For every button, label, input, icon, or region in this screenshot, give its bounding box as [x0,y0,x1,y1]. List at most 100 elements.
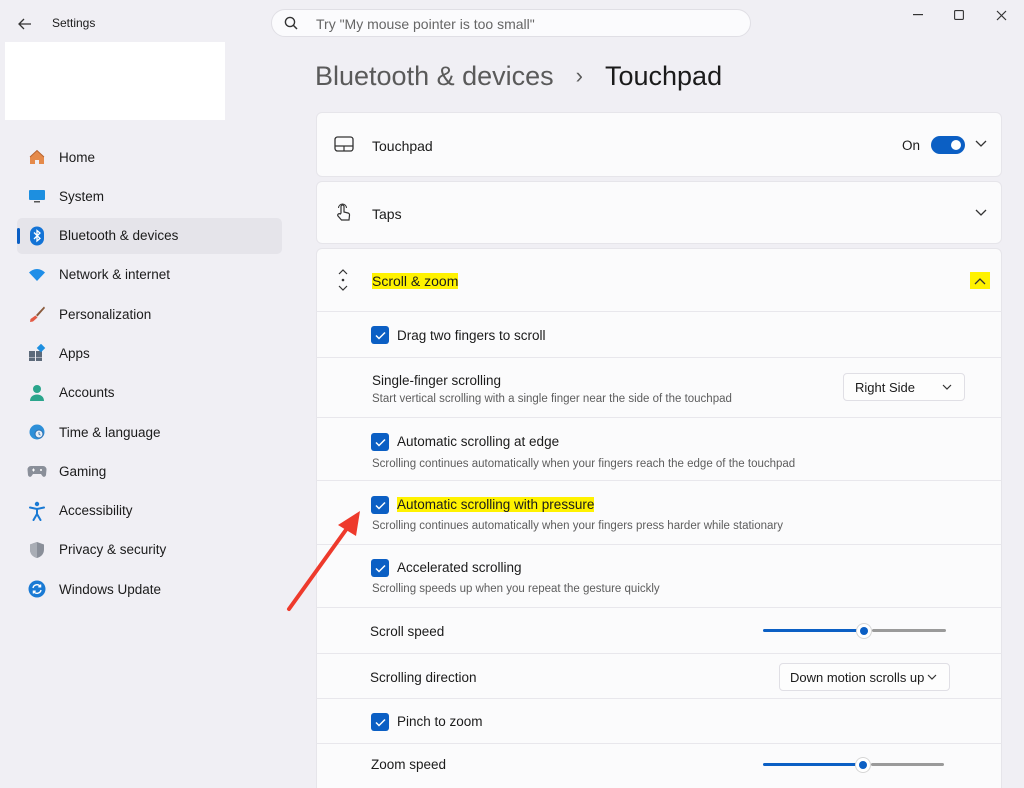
sidebar-item-bluetooth-devices[interactable]: Bluetooth & devices [17,217,282,254]
auto-edge-row[interactable]: Automatic scrolling at edge Scrolling co… [316,417,1002,481]
scroll-speed-label: Scroll speed [370,624,445,639]
auto-pressure-description: Scrolling continues automatically when y… [372,520,784,532]
back-button[interactable] [10,12,40,36]
slider-thumb[interactable] [857,624,871,638]
minimize-button[interactable] [898,4,938,26]
zoom-speed-label: Zoom speed [371,757,447,772]
single-finger-value: Right Side [855,379,915,395]
sidebar-item-label: Privacy & security [59,542,167,558]
sidebar-item-label: Time & language [59,424,161,440]
scroll-zoom-header[interactable]: Scroll & zoom [316,248,1002,312]
accelerated-row[interactable]: Accelerated scrolling Scrolling speeds u… [316,544,1002,608]
scroll-speed-slider[interactable] [763,624,946,638]
touchpad-label: Touchpad [372,138,433,154]
home-icon [27,147,47,167]
accelerated-checkbox[interactable] [371,559,389,577]
breadcrumb-separator: › [575,63,583,88]
search-box[interactable] [271,9,751,37]
bluetooth-icon [27,226,47,246]
single-finger-dropdown[interactable]: Right Side [843,373,965,401]
sidebar-item-privacy-security[interactable]: Privacy & security [17,532,282,568]
checkmark-icon [374,331,386,340]
close-button[interactable] [981,4,1021,26]
single-finger-row: Single-finger scrolling Start vertical s… [316,357,1002,418]
chevron-down-icon[interactable] [975,140,987,148]
checkmark-icon [374,438,386,447]
gamepad-icon [27,461,47,481]
minimize-icon [913,14,923,16]
sidebar-item-label: Personalization [59,306,152,322]
single-finger-description: Start vertical scrolling with a single f… [372,393,732,405]
checkmark-icon [374,501,386,510]
pinch-zoom-row[interactable]: Pinch to zoom [316,698,1002,744]
auto-edge-description: Scrolling continues automatically when y… [372,458,796,470]
sidebar-item-label: Windows Update [59,581,162,597]
slider-track-fill [763,763,859,766]
app-title: Settings [52,16,96,30]
scroll-direction-label: Scrolling direction [370,670,477,685]
maximize-icon [954,10,964,20]
auto-pressure-checkbox[interactable] [371,496,389,514]
touchpad-toggle[interactable] [931,136,965,154]
breadcrumb-parent[interactable]: Bluetooth & devices [315,61,554,92]
scroll-direction-value: Down motion scrolls up [790,669,925,685]
touchpad-card[interactable]: Touchpad On [316,112,1002,177]
account-card[interactable] [5,42,225,120]
chevron-up-icon[interactable] [970,272,990,289]
drag-two-fingers-row[interactable]: Drag two fingers to scroll [316,311,1002,358]
annotation-arrow [287,511,360,611]
sidebar-item-windows-update[interactable]: Windows Update [17,571,282,607]
sidebar-item-label: Bluetooth & devices [59,228,179,244]
checkmark-icon [374,718,386,727]
search-input[interactable] [314,14,738,34]
page-title: Touchpad [604,60,723,91]
sidebar-item-label: Gaming [59,463,107,479]
sidebar-item-gaming[interactable]: Gaming [17,453,282,489]
drag-two-fingers-checkbox[interactable] [371,326,389,344]
auto-edge-checkbox[interactable] [371,433,389,451]
drag-two-fingers-label: Drag two fingers to scroll [397,328,546,343]
sidebar-item-accessibility[interactable]: Accessibility [17,493,282,529]
zoom-speed-slider[interactable] [763,758,944,772]
sidebar-item-label: Network & internet [59,267,171,283]
globe-clock-icon [27,422,47,442]
touchpad-icon [334,136,354,152]
sidebar-item-label: Accounts [59,385,115,401]
slider-track-fill [763,629,860,632]
pinch-zoom-checkbox[interactable] [371,713,389,731]
system-icon [27,186,47,206]
taps-label: Taps [372,206,402,222]
maximize-button[interactable] [939,4,979,26]
update-icon [27,579,47,599]
sidebar-item-label: Accessibility [59,503,133,519]
pinch-zoom-label: Pinch to zoom [397,714,483,729]
sidebar-item-home[interactable]: Home [17,139,282,175]
slider-track [872,629,946,632]
sidebar-item-system[interactable]: System [17,178,282,214]
sidebar-item-accounts[interactable]: Accounts [17,375,282,411]
taps-card[interactable]: Taps [316,181,1002,244]
back-arrow-icon [18,18,31,30]
accelerated-description: Scrolling speeds up when you repeat the … [372,583,660,595]
sidebar-nav: Home System Bluetooth & devices Network … [17,139,282,611]
sidebar-item-apps[interactable]: Apps [17,335,282,371]
slider-thumb[interactable] [856,758,870,772]
wifi-icon [27,265,47,285]
sidebar-item-time-language[interactable]: Time & language [17,414,282,450]
brush-icon [27,304,47,324]
person-icon [27,383,47,403]
single-finger-label: Single-finger scrolling [372,373,502,388]
tap-gesture-icon [337,203,351,221]
scroll-arrows-icon [338,269,348,291]
scroll-direction-dropdown[interactable]: Down motion scrolls up [779,663,950,691]
touchpad-toggle-state: On [902,138,921,153]
sidebar-item-personalization[interactable]: Personalization [17,296,282,332]
sidebar-item-label: Apps [59,345,90,361]
auto-pressure-row[interactable]: Automatic scrolling with pressure Scroll… [316,480,1002,545]
sidebar-item-network[interactable]: Network & internet [17,257,282,293]
chevron-down-icon[interactable] [975,209,987,217]
chevron-down-icon [927,674,937,680]
breadcrumb: Bluetooth & devices › Touchpad [315,56,722,96]
apps-icon [27,343,47,363]
scroll-direction-row: Scrolling direction Down motion scrolls … [316,653,1002,699]
